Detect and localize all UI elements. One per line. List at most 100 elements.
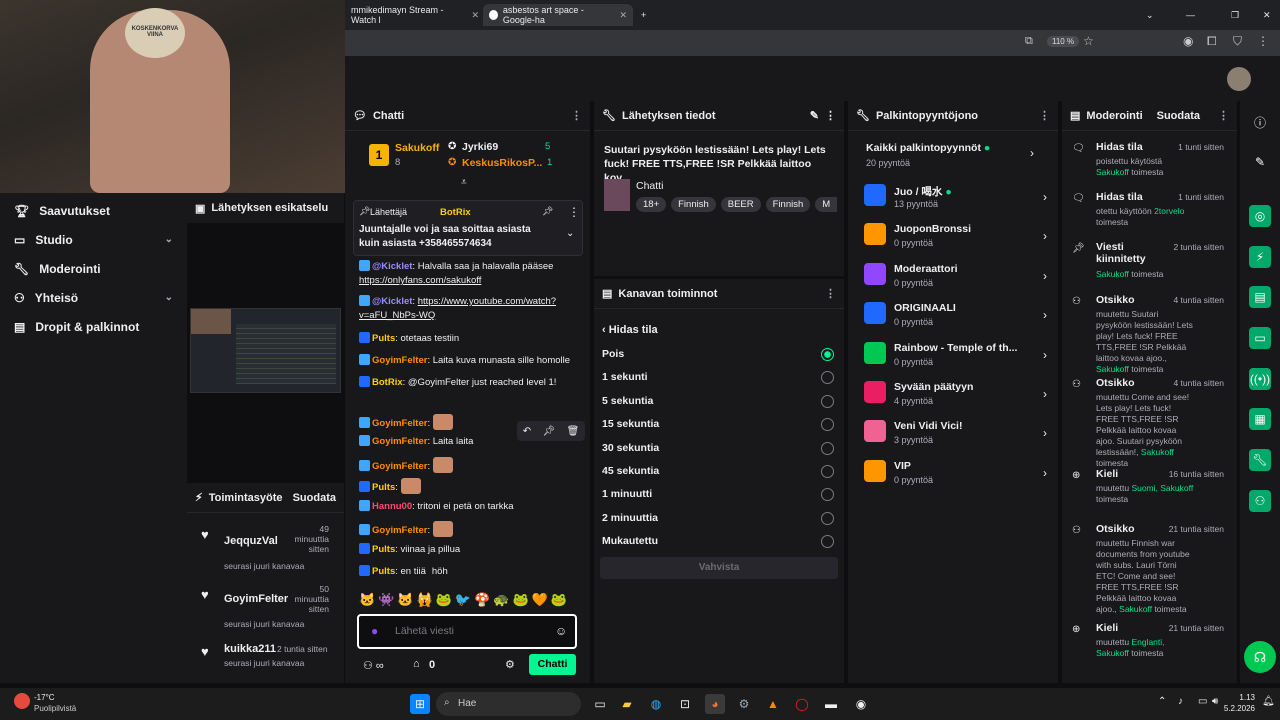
extensions-icon[interactable]: ⧠	[1207, 34, 1217, 49]
slow-mode-option[interactable]: Mukautettu	[602, 535, 658, 547]
translate-icon[interactable]: ⧉	[1025, 35, 1033, 48]
slow-mode-option[interactable]: 1 minuutti	[602, 488, 652, 500]
more-icon[interactable]: ⋮	[1039, 109, 1050, 122]
chat-username[interactable]: Pults	[372, 544, 395, 555]
slow-mode-option[interactable]: 45 sekuntia	[602, 465, 659, 477]
chat-username[interactable]: BotRix	[372, 377, 403, 388]
reply-icon[interactable]: ↶	[523, 426, 531, 437]
mod-filter-button[interactable]: Suodata	[1157, 110, 1200, 122]
note-icon[interactable]: ▤	[1249, 286, 1271, 308]
menu-kebab-icon[interactable]: ⋮	[1257, 34, 1269, 48]
reward-item[interactable]: Syvään päätyyn 4 pyyntöä ›	[864, 379, 1047, 415]
bolt-icon[interactable]: ⚡︎	[1249, 246, 1271, 268]
emote-image[interactable]	[400, 478, 421, 494]
slow-mode-option[interactable]: 5 sekuntia	[602, 395, 653, 407]
obs-icon[interactable]: ◉	[851, 694, 871, 714]
chat-username[interactable]: @Kicklet	[372, 261, 412, 272]
radio-button[interactable]	[821, 441, 834, 455]
nav-moderation[interactable]: 🔧︎ Moderointi	[0, 254, 187, 283]
activity-item[interactable]: ♥ JeqquzVal 49 minuuttia sitten seurasi …	[187, 521, 344, 579]
chat-message[interactable]: Pults: viinaa ja pillua	[359, 543, 579, 557]
chat-username[interactable]: Pults	[372, 566, 395, 577]
radio-button[interactable]	[821, 394, 834, 408]
vlc-icon[interactable]: ▲	[763, 694, 783, 714]
nav-community[interactable]: ⚇ Yhteisö ⌄	[0, 283, 187, 312]
start-icon[interactable]: ⊞	[410, 694, 430, 714]
chat-message[interactable]: Pults: en tiiä höh	[359, 565, 579, 579]
chat-message[interactable]: @Kicklet: Halvalla saa ja halavalla pääs…	[359, 260, 579, 288]
chat-username[interactable]: GoyimFelter	[372, 525, 427, 536]
reward-item[interactable]: Moderaattori 0 pyyntöä ›	[864, 261, 1047, 297]
user-avatar[interactable]	[1227, 67, 1251, 91]
settings-icon[interactable]: ⚙	[505, 658, 515, 671]
emote-image[interactable]	[432, 457, 453, 473]
clip-icon[interactable]: ◎	[1249, 205, 1271, 227]
send-chat-button[interactable]: Chatti	[529, 654, 576, 675]
browser-tab[interactable]: mmikedimayn Stream - Watch l ✕	[345, 4, 485, 26]
chat-username[interactable]: GoyimFelter	[372, 461, 427, 472]
notification-icon[interactable]: 🔔︎	[1262, 696, 1275, 707]
chat-message[interactable]: GoyimFelter:	[359, 457, 579, 474]
edge-icon[interactable]: ◍	[646, 694, 666, 714]
chat-username[interactable]: Pults	[372, 333, 395, 344]
channel-points-icon[interactable]: ⚇ ∞	[363, 659, 384, 672]
reward-item[interactable]: Juo / 喝水 ● 13 pyyntöä ›	[864, 182, 1047, 218]
chat-link[interactable]: https://onlyfans.com/sakukoff	[359, 275, 481, 286]
emote-image[interactable]	[432, 521, 453, 537]
broadcast-icon[interactable]: ((•))	[1249, 368, 1271, 390]
chat-username[interactable]: @Kicklet	[372, 296, 412, 307]
taskbar-search[interactable]: ⌕ Hae	[436, 692, 581, 716]
mic-icon[interactable]: ●	[371, 624, 378, 638]
steam-icon[interactable]: ⚙	[734, 694, 754, 714]
slow-mode-option[interactable]: 15 sekuntia	[602, 418, 659, 430]
network-icon[interactable]: ▭	[1198, 696, 1207, 707]
nav-studio[interactable]: ▭ Studio ⌄	[0, 225, 187, 254]
opera-icon[interactable]: ◯	[792, 694, 812, 714]
all-rewards[interactable]: Kaikki palkintopyynnöt ●	[866, 142, 990, 154]
browser-tab-active[interactable]: asbestos art space - Google-ha ✕	[483, 4, 633, 26]
unpin-icon[interactable]: 📌︎	[542, 206, 553, 217]
chevron-right-icon[interactable]: ›	[1030, 146, 1034, 160]
radio-button[interactable]	[821, 465, 834, 478]
tag[interactable]: M	[815, 197, 838, 212]
chat-icon[interactable]: ▭	[1249, 327, 1271, 349]
bookmark-star-icon[interactable]: ☆	[1083, 34, 1094, 48]
preview-video[interactable]	[190, 308, 341, 393]
collapse-icon[interactable]: ⩡	[461, 177, 467, 188]
category-boxart[interactable]	[604, 179, 630, 211]
emote-image[interactable]	[432, 414, 453, 430]
chat-message[interactable]: GoyimFelter:	[359, 521, 579, 538]
file-explorer-icon[interactable]: ▰	[617, 694, 637, 714]
pin-icon[interactable]: 📌︎	[542, 426, 555, 437]
layout-icon[interactable]: ▦	[1249, 408, 1271, 430]
radio-button[interactable]	[821, 371, 834, 385]
chat-username[interactable]: Pults	[372, 482, 395, 493]
chat-message[interactable]: Hannu00: tritoni ei petä on tarkka	[359, 500, 579, 514]
chat-message[interactable]: GoyimFelter: Laita kuva munasta sille ho…	[359, 354, 579, 368]
category-name[interactable]: Chatti	[636, 180, 663, 192]
terminal-icon[interactable]: ▬	[821, 694, 841, 714]
task-view-icon[interactable]: ▭	[590, 694, 610, 714]
tag[interactable]: Finnish	[671, 197, 716, 212]
more-icon[interactable]: ⋮	[825, 109, 836, 122]
radio-button[interactable]	[821, 535, 834, 549]
reward-item[interactable]: JuoponBronssi 0 pyyntöä ›	[864, 221, 1047, 257]
reward-item[interactable]: Rainbow - Temple of th... 0 pyyntöä ›	[864, 340, 1047, 376]
maximize-button[interactable]: ❐	[1225, 4, 1245, 26]
radio-button[interactable]	[821, 488, 834, 502]
chat-username[interactable]: Hannu00	[372, 501, 412, 512]
activity-item[interactable]: ♥ GoyimFelter 50 minuuttia sitten seuras…	[187, 581, 344, 639]
store-icon[interactable]: ⊡	[675, 694, 695, 714]
confirm-button[interactable]: Vahvista	[600, 557, 838, 579]
chat-username[interactable]: GoyimFelter	[372, 418, 427, 429]
tag[interactable]: 18+	[636, 197, 667, 212]
edit-icon[interactable]: ✎	[1249, 151, 1271, 173]
more-icon[interactable]: ⋮	[1218, 109, 1229, 122]
edit-icon[interactable]: ✎	[810, 109, 819, 122]
emote-bar[interactable]: 🐱👾🐱🙀🐸🐦🍄🐢🐸🧡🐸	[359, 592, 579, 610]
wrench-icon[interactable]: 🔧︎	[1249, 449, 1271, 471]
new-tab-button[interactable]: +	[635, 4, 652, 26]
reward-item[interactable]: VIP 0 pyyntöä ›	[864, 458, 1047, 494]
tag[interactable]: BEER	[720, 197, 761, 212]
tab-search-icon[interactable]: ⌄	[1140, 4, 1160, 26]
